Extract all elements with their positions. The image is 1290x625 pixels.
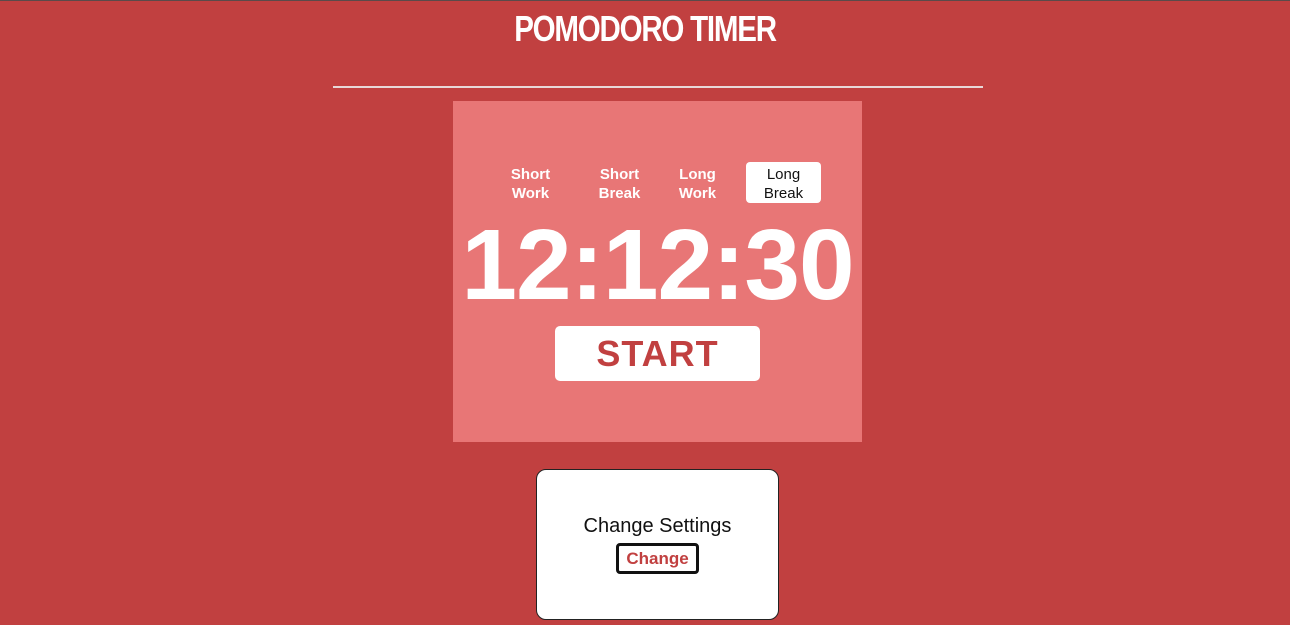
mode-tabs: Short Work Short Break Long Work Long Br… — [493, 162, 823, 203]
start-button[interactable]: START — [555, 326, 760, 381]
tab-long-break[interactable]: Long Break — [746, 162, 821, 203]
tab-long-work[interactable]: Long Work — [660, 162, 735, 203]
timer-card: Short Work Short Break Long Work Long Br… — [453, 101, 862, 442]
tab-short-work[interactable]: Short Work — [493, 162, 568, 203]
change-settings-button[interactable]: Change — [616, 543, 699, 574]
title-divider — [333, 86, 983, 88]
settings-card: Change Settings Change — [536, 469, 779, 620]
app-title: POMODORO TIMER — [514, 8, 777, 49]
tab-short-break[interactable]: Short Break — [582, 162, 657, 203]
settings-title: Change Settings — [583, 515, 732, 537]
timer-display: 12:12:30 — [461, 209, 854, 321]
